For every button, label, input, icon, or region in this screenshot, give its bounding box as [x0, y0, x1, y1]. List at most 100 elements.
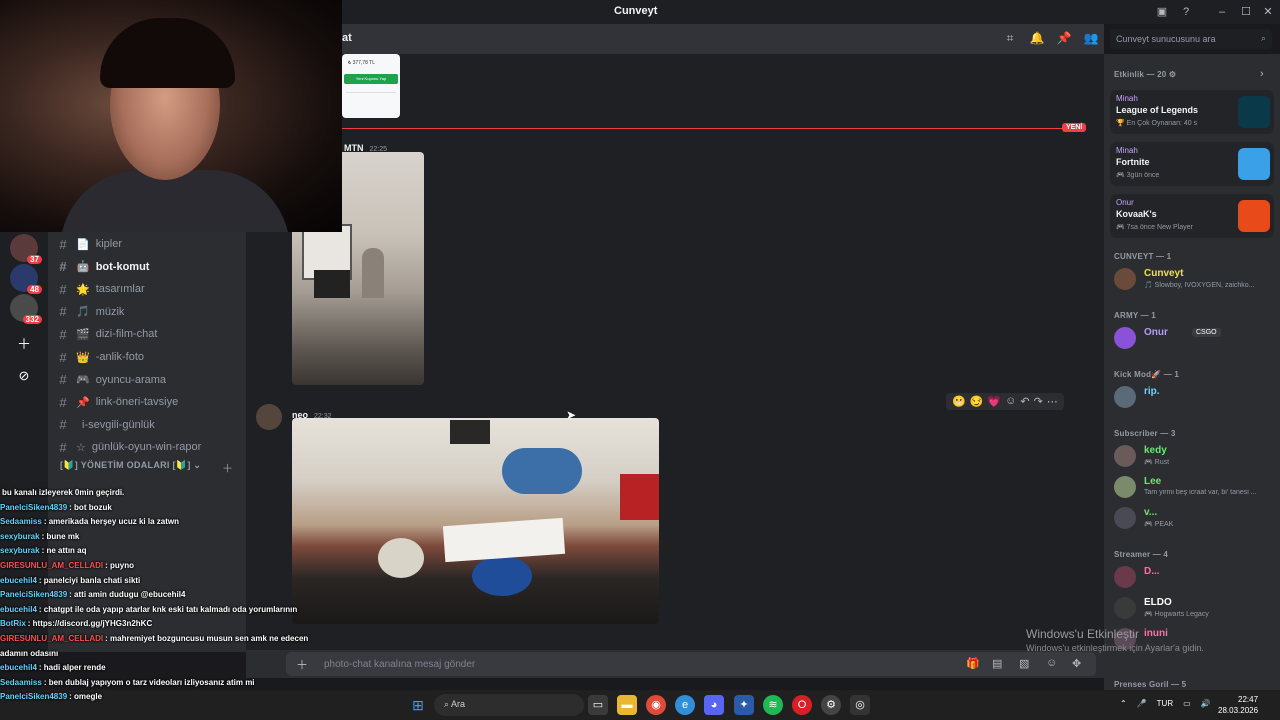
blue-pot-picture	[472, 556, 532, 596]
activity-card[interactable]: Onur KovaaK's 🎮 7sa önce New Player	[1110, 194, 1274, 238]
help-icon[interactable]: ?	[1178, 4, 1194, 20]
apps-icon[interactable]: ✥	[1072, 657, 1081, 670]
hash-icon: #	[59, 281, 67, 297]
message-input[interactable]: ＋ photo-chat kanalına mesaj gönder 🎁 ▤ ▧…	[286, 652, 1096, 676]
sticker-icon[interactable]: ▧	[1019, 657, 1029, 670]
obs-icon[interactable]: ◎	[850, 695, 870, 715]
windows-start-icon[interactable]: ⊞	[408, 695, 428, 715]
reaction-emoji[interactable]: 😬	[952, 395, 966, 408]
channel-name: dizi-film-chat	[95, 328, 158, 341]
chat-text: : https://discord.gg/jYHG3n2hKC	[27, 619, 153, 629]
channel-günlük-oyun-win-rapor[interactable]: # ☆ günlük-oyun-win-rapor	[56, 437, 240, 457]
server-icon[interactable]: 332	[10, 294, 42, 324]
member-item[interactable]: D...	[1114, 564, 1274, 590]
gif-icon[interactable]: ▤	[992, 657, 1002, 670]
taskbar-search-label: Ara	[451, 699, 466, 709]
chat-text: : puyno	[105, 560, 135, 570]
server-search-input[interactable]: Cunveyt sunucusunu ara ⌕	[1110, 29, 1272, 49]
steam-icon[interactable]: ⚙	[821, 695, 841, 715]
microphone-icon[interactable]: 🎤	[1137, 699, 1147, 708]
app-icon[interactable]: ✦	[734, 695, 754, 715]
task-view-icon[interactable]: ▭	[588, 695, 608, 715]
reaction-emoji[interactable]: 💗	[987, 395, 1001, 408]
add-channel-icon[interactable]: ＋	[222, 460, 233, 476]
chevron-up-icon[interactable]: ⌃	[1120, 699, 1127, 708]
chat-username: ebucehil4	[0, 604, 37, 614]
more-icon[interactable]: ⋯	[1047, 395, 1058, 408]
opera-icon[interactable]: O	[792, 695, 812, 715]
activity-user: Minah	[1116, 146, 1138, 155]
forward-icon[interactable]: ↷	[1034, 395, 1043, 408]
avatar[interactable]	[256, 404, 282, 430]
activity-card[interactable]: Minah Fortnite 🎮 3gün önce	[1110, 142, 1274, 186]
clock[interactable]: 22:47 28.03.2026	[1218, 694, 1258, 716]
stream-chat-message: ebucehil4: panelciyi banla chati sikti	[0, 574, 318, 589]
spotify-icon[interactable]: ≋	[763, 695, 783, 715]
member-name: Lee	[1144, 476, 1162, 487]
member-item[interactable]: Onur CSGO	[1114, 325, 1274, 351]
file-explorer-icon[interactable]: ▬	[617, 695, 637, 715]
gift-icon[interactable]: 🎁	[966, 657, 980, 670]
chat-text: : amerikada herşey ucuz ki la zatwn	[43, 517, 179, 527]
channel-dizi-film-chat[interactable]: # 🎬 dizi-film-chat	[56, 324, 240, 344]
reaction-emoji[interactable]: 😏	[970, 395, 984, 408]
volume-icon[interactable]: 🔊	[1201, 699, 1211, 708]
pin-icon[interactable]: 📌	[1056, 31, 1072, 47]
member-status: 🎵 Slowboy, IVOXYGEN, zaichko...	[1144, 282, 1255, 289]
network-icon[interactable]: ▭	[1183, 699, 1191, 708]
member-item[interactable]: Cunveyt 🎵 Slowboy, IVOXYGEN, zaichko...	[1114, 266, 1274, 292]
language-indicator[interactable]: TUR	[1157, 699, 1173, 708]
reply-icon[interactable]: ↶	[1020, 395, 1029, 408]
discover-icon[interactable]: ⊘	[10, 362, 38, 390]
activity-card[interactable]: Minah League of Legends 🏆 En Çok Oynanan: …	[1110, 90, 1274, 134]
member-item[interactable]: Lee Tam yirmi beş icraat var, bi' tanesi …	[1114, 474, 1274, 500]
channel-name: tasarımlar	[95, 283, 145, 296]
chat-username: sexyburak	[0, 546, 40, 556]
channel--anlik-foto[interactable]: # 👑 -anlik-foto	[56, 347, 240, 367]
hash-icon: #	[59, 417, 67, 433]
receipt-image[interactable]: ₺ 377,78 TL Yeni Kuponu Yap	[342, 54, 400, 118]
stream-chat-message: bu kanalı izleyerek 0min geçirdi.	[0, 486, 318, 501]
maximize-button[interactable]: ☐	[1238, 4, 1254, 20]
bowl-picture	[378, 538, 424, 578]
inbox-icon[interactable]: ▣	[1154, 4, 1170, 20]
bell-icon[interactable]: 🔔	[1029, 31, 1045, 47]
chat-text: : bot bozuk	[69, 502, 112, 512]
edge-icon[interactable]: e	[675, 695, 695, 715]
channel-bot-komut[interactable]: # 🤖 bot-komut	[56, 257, 240, 277]
members-icon[interactable]: 👥	[1083, 31, 1099, 47]
member-item[interactable]: rip.	[1114, 384, 1274, 410]
discord-icon[interactable]: ◕	[704, 695, 724, 715]
member-name: rip.	[1144, 386, 1160, 397]
channel-title: at	[342, 32, 352, 44]
member-item[interactable]: v... 🎮 PEAK	[1114, 505, 1274, 531]
chrome-icon[interactable]: ◉	[646, 695, 666, 715]
category-header[interactable]: [🔰] YÖNETİM ODALARI [🔰] ⌄	[60, 460, 201, 471]
channel-link-öneri-tavsiye[interactable]: # 📌 link-öneri-tavsiye	[56, 392, 240, 412]
hash-icon: #	[59, 439, 67, 455]
new-badge: YENİ	[1062, 123, 1087, 132]
channel-i-sevgili-günlük[interactable]: # i-sevgili-günlük	[56, 415, 240, 435]
server-icon[interactable]: 48	[10, 264, 42, 294]
channel-tasarımlar[interactable]: # 🌟 tasarımlar	[56, 279, 240, 299]
hash-icon: #	[59, 349, 67, 365]
member-name: v...	[1144, 507, 1158, 518]
threads-icon[interactable]: ⌗	[1002, 31, 1018, 47]
photo-attachment[interactable]	[292, 418, 659, 624]
add-server-icon[interactable]: ＋	[10, 330, 38, 358]
channel-oyuncu-arama[interactable]: # 🎮 oyuncu-arama	[56, 370, 240, 390]
channel-müzik[interactable]: # 🎵 müzik	[56, 302, 240, 322]
member-item[interactable]: kedy 🎮 Rust	[1114, 443, 1274, 469]
add-reaction-icon[interactable]: ☺	[1005, 395, 1016, 408]
minimize-button[interactable]: –	[1214, 4, 1230, 20]
close-button[interactable]: ✕	[1260, 4, 1276, 20]
server-icon[interactable]: 37	[10, 234, 42, 264]
emoji-icon[interactable]: ☺	[1046, 657, 1057, 669]
member-item[interactable]: ELDO 🎮 Hogwarts Legacy	[1114, 595, 1274, 621]
channel-kipler[interactable]: # 📄 kipler	[56, 234, 240, 254]
avatar	[1114, 566, 1136, 588]
activity-sub: 🏆 En Çok Oynanan: 40 s	[1116, 120, 1198, 127]
search-icon: ⌕	[444, 699, 452, 709]
taskbar-search[interactable]: ⌕ Ara	[434, 694, 584, 716]
chevron-right-icon[interactable]: ›	[1260, 68, 1264, 80]
